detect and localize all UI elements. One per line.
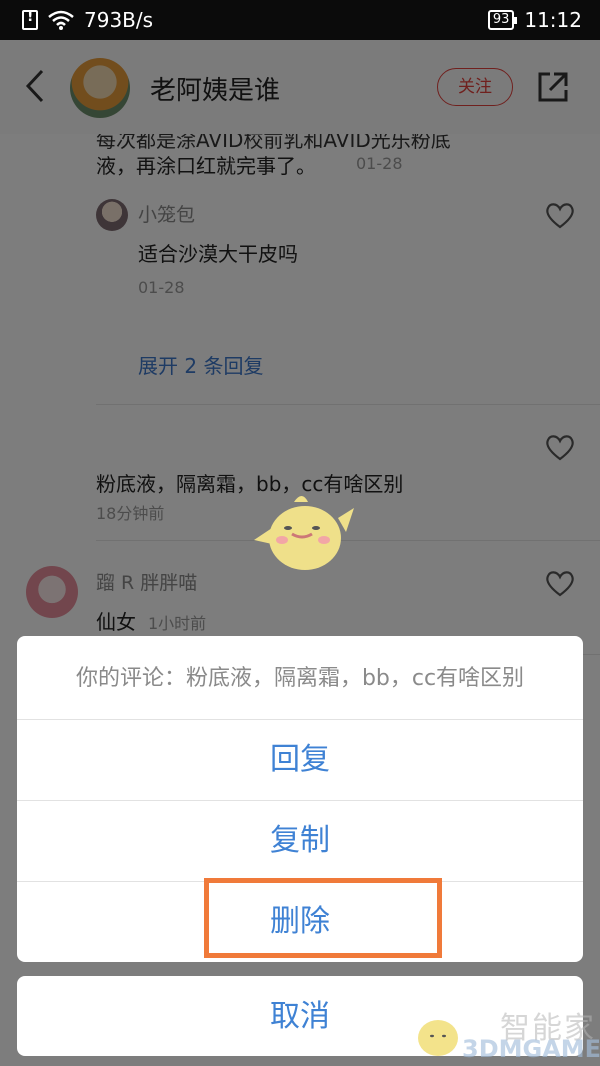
highlight-box (204, 878, 442, 958)
alert-icon (22, 9, 38, 30)
status-bar: 793B/s 93 11:12 (0, 0, 600, 40)
clock: 11:12 (524, 8, 582, 32)
action-sheet-title: 你的评论：粉底液，隔离霜，bb，cc有啥区别 (17, 636, 583, 720)
copy-button[interactable]: 复制 (17, 801, 583, 882)
network-speed: 793B/s (84, 8, 154, 32)
watermark-brand: 3DMGAME (462, 1035, 600, 1063)
battery-icon: 93 (487, 10, 517, 30)
wifi-icon (48, 10, 74, 30)
mascot-icon (254, 496, 354, 570)
reply-button[interactable]: 回复 (17, 720, 583, 801)
